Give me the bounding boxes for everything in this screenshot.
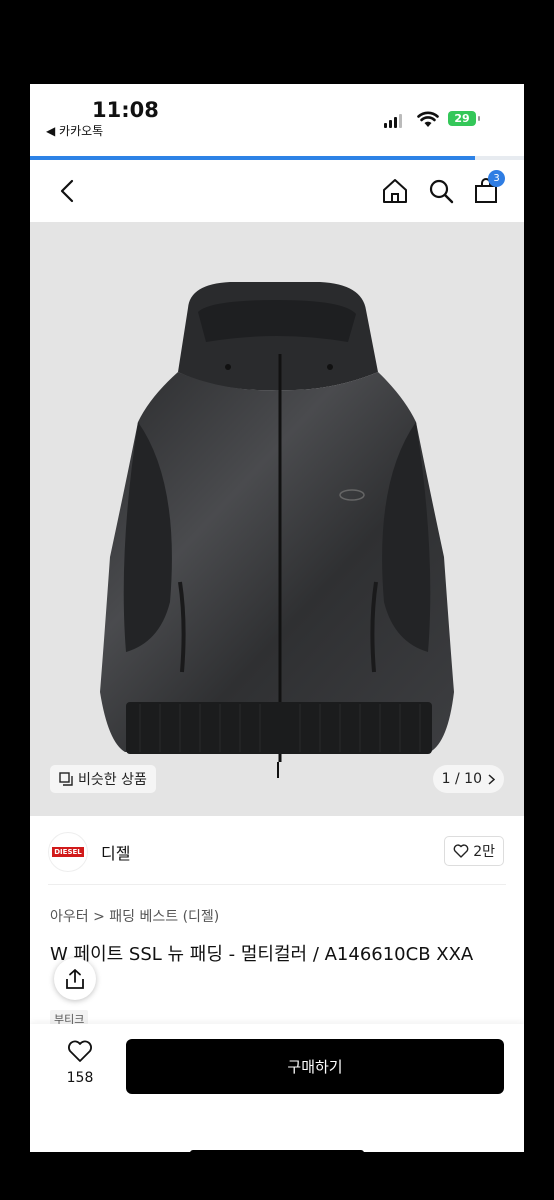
heart-icon xyxy=(68,1040,92,1062)
similar-items-icon xyxy=(59,772,73,786)
back-to-app-link[interactable]: ◀ 카카오톡 xyxy=(46,122,103,139)
home-button[interactable] xyxy=(380,176,410,206)
heart-icon xyxy=(453,844,469,858)
similar-products-label: 비슷한 상품 xyxy=(78,772,147,788)
product-title: W 페이트 SSL 뉴 패딩 - 멀티컬러 / A146610CB XXA xyxy=(50,944,474,965)
chevron-right-icon xyxy=(488,773,495,785)
home-icon xyxy=(383,179,407,203)
search-button[interactable] xyxy=(426,176,456,206)
wishlist-button[interactable]: 158 xyxy=(56,1040,104,1086)
cellular-signal-icon xyxy=(384,114,402,128)
brand-name[interactable]: 디젤 xyxy=(101,840,130,864)
status-bar: 11:08 ◀ 카카오톡 29 xyxy=(30,84,524,156)
battery-indicator: 29 xyxy=(448,111,480,126)
brand-like-count: 2만 xyxy=(473,844,495,860)
similar-products-button[interactable]: 비슷한 상품 xyxy=(50,765,156,793)
app-screen: 11:08 ◀ 카카오톡 29 3 비슷한 상품 1 / 10 DIESEL 디… xyxy=(30,84,524,1152)
share-icon xyxy=(66,969,84,989)
category-breadcrumb[interactable]: 아우터 > 패딩 베스트 (디젤) xyxy=(50,906,219,926)
home-indicator xyxy=(190,1150,364,1152)
product-image-gallery[interactable]: 비슷한 상품 1 / 10 xyxy=(30,222,524,816)
cart-button[interactable]: 3 xyxy=(471,170,505,206)
back-button[interactable] xyxy=(52,176,82,206)
top-nav: 3 xyxy=(30,162,524,222)
wifi-icon xyxy=(417,111,439,127)
bottom-action-bar: 158 구매하기 xyxy=(30,1024,524,1152)
brand-logo: DIESEL xyxy=(48,832,88,872)
image-counter-label: 1 / 10 xyxy=(441,771,482,787)
chevron-left-icon xyxy=(60,179,74,203)
search-icon xyxy=(429,179,454,204)
divider xyxy=(48,884,506,885)
share-button[interactable] xyxy=(54,958,96,1000)
page-load-progress-fill xyxy=(30,156,475,160)
brand-like-button[interactable]: 2만 xyxy=(444,836,504,866)
brand-row[interactable]: DIESEL 디젤 2만 xyxy=(30,816,524,884)
padded-vest-image xyxy=(100,282,454,778)
cart-count-badge: 3 xyxy=(488,170,505,187)
brand-logo-text: DIESEL xyxy=(52,847,84,857)
page-load-progress xyxy=(30,156,524,160)
wishlist-count: 158 xyxy=(66,1070,94,1086)
status-time: 11:08 xyxy=(92,98,159,122)
buy-button[interactable]: 구매하기 xyxy=(126,1039,504,1094)
image-counter-button[interactable]: 1 / 10 xyxy=(432,765,504,793)
